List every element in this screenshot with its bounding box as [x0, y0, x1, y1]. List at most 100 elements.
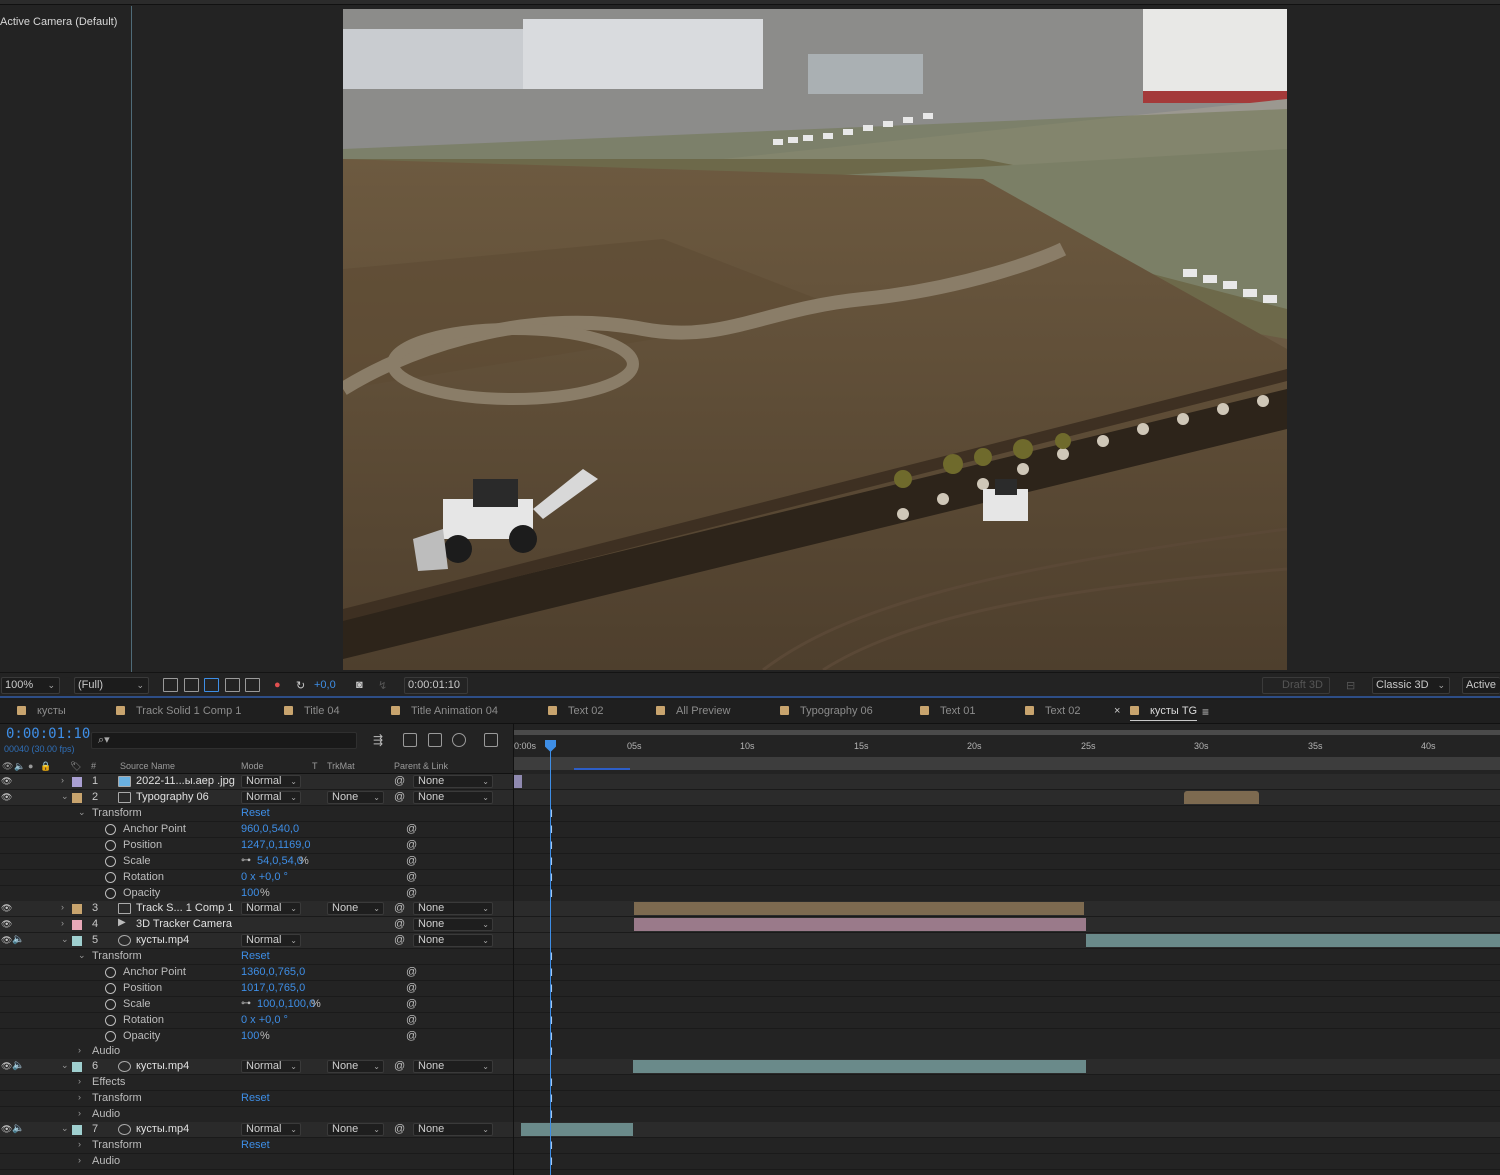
eye-icon[interactable]: 👁 — [1, 792, 12, 802]
chevron-right-icon[interactable]: › — [78, 1045, 81, 1055]
layer-bar-3[interactable] — [634, 902, 1084, 915]
layer-row-2[interactable]: 👁 ⌄ 2 Typography 06 Normal ⌄ None ⌄ @ None… — [0, 790, 513, 806]
view-dropdown[interactable]: Active — [1462, 677, 1500, 694]
show-snapshot-icon[interactable]: ↯ — [378, 679, 387, 692]
anchor-point-row[interactable]: Anchor Point 960,0,540,0 @ — [0, 822, 513, 838]
parent-pickwhip-icon[interactable]: @ — [394, 775, 405, 787]
layer-name[interactable]: Track S... 1 Comp 1 — [136, 902, 233, 914]
time-graph[interactable]: 0:00s 05s 10s 15s 20s 25s 30s 35s 40s I … — [513, 724, 1500, 1175]
rotation-value[interactable]: 0 x +0,0 ° — [241, 871, 288, 883]
pickwhip-icon[interactable]: @ — [406, 839, 417, 851]
chevron-right-icon[interactable]: › — [78, 1139, 81, 1149]
stopwatch-icon[interactable] — [105, 824, 116, 835]
chevron-right-icon[interactable]: › — [78, 1155, 81, 1165]
stopwatch-icon[interactable] — [105, 1031, 116, 1042]
draft-3d-toggle[interactable]: Draft 3D — [1262, 677, 1330, 694]
parent-dropdown[interactable]: None ⌄ — [413, 1060, 493, 1073]
parent-dropdown[interactable]: None ⌄ — [413, 775, 493, 788]
current-timecode[interactable]: 0:00:01:10 — [6, 726, 90, 742]
position-row[interactable]: Position 1017,0,765,0 @ — [0, 981, 513, 997]
mode-dropdown[interactable]: Normal ⌄ — [241, 791, 301, 804]
track-layer-6[interactable] — [514, 1059, 1500, 1075]
label-color-swatch[interactable] — [72, 793, 82, 803]
trkmat-dropdown[interactable]: None ⌄ — [327, 791, 384, 804]
motion-blur-icon[interactable] — [452, 733, 466, 747]
panel-menu-icon[interactable]: ≡ — [1202, 705, 1209, 719]
column-parent[interactable]: Parent & Link — [394, 761, 448, 771]
stopwatch-icon[interactable] — [105, 888, 116, 899]
parent-dropdown[interactable]: None ⌄ — [413, 902, 493, 915]
reset-link[interactable]: Reset — [241, 950, 270, 962]
parent-pickwhip-icon[interactable]: @ — [394, 918, 405, 930]
draft-3d-icon[interactable] — [403, 733, 417, 747]
pickwhip-icon[interactable]: @ — [406, 966, 417, 978]
layer-row-3[interactable]: 👁 › 3 Track S... 1 Comp 1 Normal ⌄ None ⌄ … — [0, 901, 513, 917]
stopwatch-icon[interactable] — [105, 967, 116, 978]
tab-text-01[interactable]: Text 01 — [920, 705, 975, 721]
parent-dropdown[interactable]: None ⌄ — [413, 934, 493, 947]
pickwhip-icon[interactable]: @ — [406, 887, 417, 899]
layer-bar-2[interactable] — [1184, 791, 1259, 804]
chevron-down-icon[interactable]: ⌄ — [61, 1060, 69, 1071]
label-color-swatch[interactable] — [72, 920, 82, 930]
stopwatch-icon[interactable] — [105, 983, 116, 994]
track-layer-4[interactable] — [514, 917, 1500, 933]
label-color-swatch[interactable] — [72, 904, 82, 914]
graph-editor-icon[interactable] — [484, 733, 498, 747]
chevron-down-icon[interactable]: ⌄ — [61, 1123, 69, 1134]
extended-viewer-icon[interactable]: ⊟ — [1346, 679, 1355, 692]
stopwatch-icon[interactable] — [105, 1015, 116, 1026]
chevron-down-icon[interactable]: ⌄ — [61, 791, 69, 802]
column-source-name[interactable]: Source Name — [120, 761, 175, 771]
transform-group[interactable]: › Transform Reset — [0, 1138, 513, 1154]
trkmat-dropdown[interactable]: None ⌄ — [327, 1060, 384, 1073]
layer-name[interactable]: Typography 06 — [136, 791, 209, 803]
snapshot-camera-icon[interactable]: ◙ — [356, 679, 363, 691]
stopwatch-icon[interactable] — [105, 999, 116, 1010]
parent-pickwhip-icon[interactable]: @ — [394, 902, 405, 914]
parent-dropdown[interactable]: None ⌄ — [413, 1123, 493, 1136]
layer-name[interactable]: кусты.mp4 — [136, 934, 189, 946]
region-of-interest-icon[interactable] — [163, 678, 178, 692]
layer-bar-6[interactable] — [633, 1060, 1086, 1073]
tab-typography-06[interactable]: Typography 06 — [780, 705, 873, 721]
3d-ground-plane-icon[interactable] — [245, 678, 260, 692]
transform-group[interactable]: ⌄ Transform Reset — [0, 949, 513, 965]
layer-row-6[interactable]: 👁 🔈 ⌄ 6 кусты.mp4 Normal ⌄ None ⌄ @ None ⌄ — [0, 1059, 513, 1075]
tab-all-preview[interactable]: All Preview — [656, 705, 730, 721]
layer-name[interactable]: кусты.mp4 — [136, 1123, 189, 1135]
zoom-dropdown[interactable]: 100% ⌄ — [1, 677, 60, 694]
parent-dropdown[interactable]: None ⌄ — [413, 791, 493, 804]
trkmat-dropdown[interactable]: None ⌄ — [327, 902, 384, 915]
mask-path-visibility-icon[interactable] — [204, 678, 219, 692]
parent-pickwhip-icon[interactable]: @ — [394, 934, 405, 946]
track-layer-2[interactable] — [514, 790, 1500, 806]
reset-link[interactable]: Reset — [241, 1092, 270, 1104]
trkmat-dropdown[interactable]: None ⌄ — [327, 1123, 384, 1136]
parent-dropdown[interactable]: None ⌄ — [413, 918, 493, 931]
comp-flowchart-icon[interactable]: ⇶ — [373, 733, 387, 747]
chevron-right-icon[interactable]: › — [61, 775, 64, 785]
shy-layers-icon[interactable] — [428, 733, 442, 747]
audio-group[interactable]: › Audio — [0, 1107, 513, 1123]
anchor-point-value[interactable]: 960,0,540,0 — [241, 823, 299, 835]
constrain-proportions-icon[interactable]: ⊶ — [241, 998, 251, 1009]
opacity-value[interactable]: 100 — [241, 887, 259, 899]
chevron-down-icon[interactable]: ⌄ — [78, 950, 86, 961]
rotation-value[interactable]: 0 x +0,0 ° — [241, 1014, 288, 1026]
pickwhip-icon[interactable]: @ — [406, 1014, 417, 1026]
layer-name[interactable]: 3D Tracker Camera — [136, 918, 232, 930]
current-time-field[interactable]: 0:00:01:10 — [404, 677, 468, 694]
tab-track-solid[interactable]: Track Solid 1 Comp 1 — [116, 705, 241, 721]
pickwhip-icon[interactable]: @ — [406, 823, 417, 835]
composition-frame[interactable] — [343, 9, 1287, 670]
parent-pickwhip-icon[interactable]: @ — [394, 1123, 405, 1135]
anchor-point-value[interactable]: 1360,0,765,0 — [241, 966, 305, 978]
transparency-grid-icon[interactable] — [184, 678, 199, 692]
speaker-icon[interactable]: 🔈 — [12, 1060, 24, 1071]
opacity-row[interactable]: Opacity 100 % @ — [0, 1029, 513, 1045]
eye-icon[interactable]: 👁 — [1, 919, 12, 929]
speaker-icon[interactable]: 🔈 — [12, 934, 24, 945]
tab-text-02-b[interactable]: Text 02 — [1025, 705, 1080, 721]
chevron-right-icon[interactable]: › — [61, 902, 64, 912]
